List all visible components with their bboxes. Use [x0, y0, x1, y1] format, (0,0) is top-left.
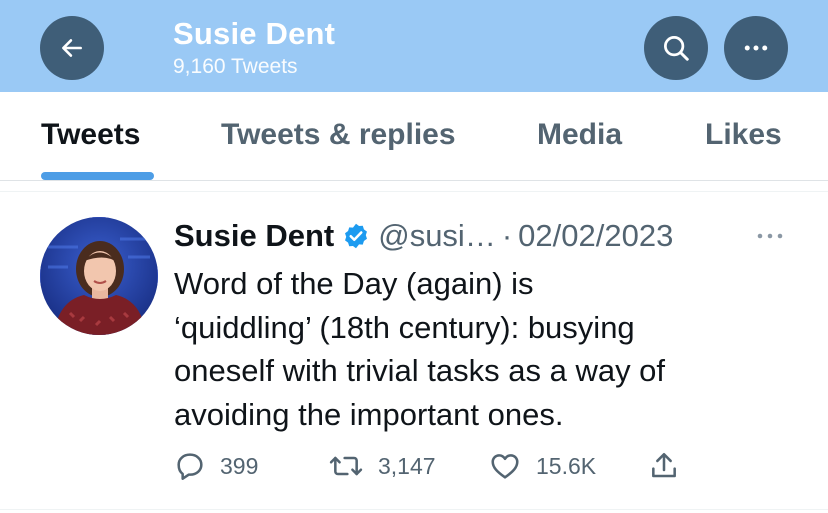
active-tab-indicator [41, 172, 154, 180]
arrow-left-icon [62, 39, 82, 57]
like-count: 15.6K [536, 452, 597, 479]
heart-icon [491, 454, 519, 479]
tweet-more-button[interactable] [752, 222, 788, 250]
tab-media[interactable]: Media [537, 118, 622, 152]
tab-likes[interactable]: Likes [705, 118, 782, 152]
share-button[interactable] [648, 448, 694, 484]
retweet-button[interactable]: 3,147 [328, 448, 436, 484]
profile-tabs: Tweets Tweets & replies Media Likes [0, 92, 828, 180]
tweet-date[interactable]: 02/02/2023 [518, 218, 673, 254]
tab-tweets[interactable]: Tweets [41, 118, 140, 152]
profile-name-title: Susie Dent [173, 16, 336, 51]
retweet-icon [329, 456, 363, 476]
tweet-text-line: ‘quiddling’ (18th century): busying [174, 309, 635, 345]
author-name[interactable]: Susie Dent [174, 218, 334, 254]
like-button[interactable]: 15.6K [488, 448, 596, 484]
reply-count: 399 [220, 452, 259, 479]
more-horizontal-icon [744, 45, 768, 51]
avatar[interactable] [40, 217, 158, 335]
tweet-header: Susie Dent @susi… · 02/02/2023 [174, 214, 673, 258]
retweet-count: 3,147 [378, 452, 436, 479]
tweet-text-line: Word of the Day (again) is [174, 266, 534, 301]
divider [0, 191, 828, 192]
tweet-text-line: avoiding the important ones. [174, 396, 564, 432]
back-button[interactable] [40, 16, 104, 80]
tweet-text-line: oneself with trivial tasks as a way of [174, 353, 666, 388]
reply-button[interactable]: 399 [174, 448, 258, 484]
search-button[interactable] [644, 16, 708, 80]
reply-bubble-icon [177, 453, 203, 480]
search-icon [664, 36, 689, 61]
tab-tweets-replies[interactable]: Tweets & replies [221, 118, 456, 152]
separator-dot: · [501, 218, 513, 253]
verified-badge-icon [342, 222, 370, 250]
author-handle[interactable]: @susi… [378, 218, 496, 254]
divider-band [0, 181, 828, 191]
avatar-image [40, 217, 158, 335]
more-horizontal-icon [757, 233, 783, 239]
divider [0, 509, 828, 510]
tweet-text: Word of the Day (again) is ‘quiddling’ (… [174, 262, 774, 436]
profile-header: Susie Dent 9,160 Tweets [0, 0, 828, 92]
share-icon [652, 453, 676, 478]
tweet-count: 9,160 Tweets [173, 55, 298, 78]
tweet-actions: 399 3,147 15.6K [174, 448, 734, 484]
more-options-button[interactable] [724, 16, 788, 80]
